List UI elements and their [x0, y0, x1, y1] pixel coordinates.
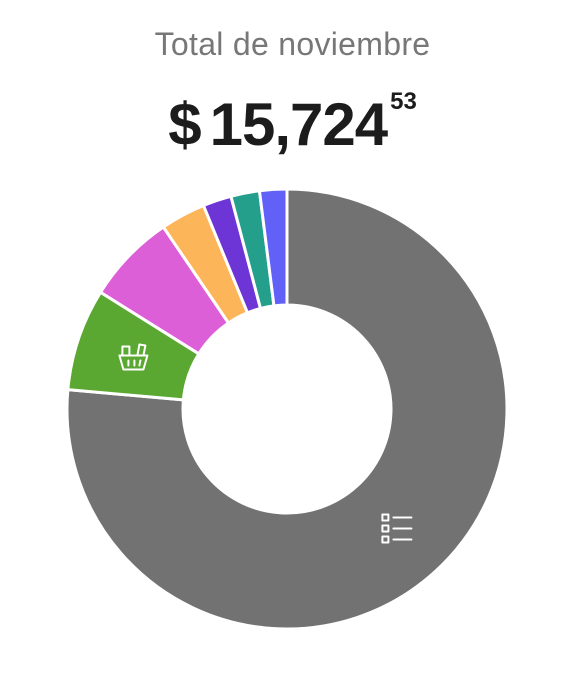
november-summary-screen: Total de noviembre $15,724 53 — [0, 0, 585, 697]
category-donut-chart — [65, 187, 509, 631]
